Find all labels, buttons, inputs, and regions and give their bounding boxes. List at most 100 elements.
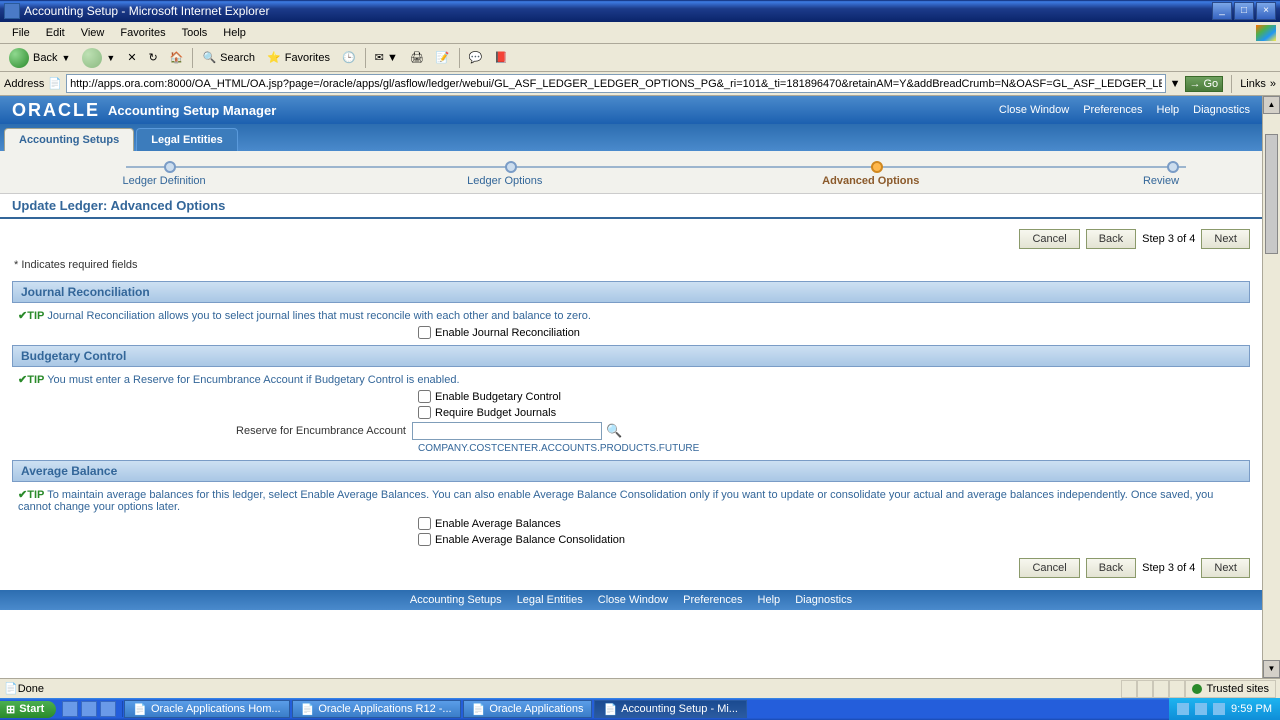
footer-diagnostics[interactable]: Diagnostics <box>795 594 852 606</box>
page-status-icon: 📄 <box>4 682 18 695</box>
forward-button[interactable]: ▼ <box>77 45 120 71</box>
back-button[interactable]: Back ▼ <box>4 45 75 71</box>
trusted-icon <box>1192 684 1202 694</box>
quicklaunch-app-icon[interactable] <box>100 701 116 717</box>
train-label-4: Review <box>1060 175 1262 187</box>
task-accounting-setup[interactable]: 📄 Accounting Setup - Mi... <box>594 700 746 718</box>
tray-icon[interactable] <box>1177 703 1189 715</box>
edit-button[interactable]: 📝 <box>431 48 455 67</box>
tip-journal: ✔TIP Journal Reconciliation allows you t… <box>18 309 1244 322</box>
tip-icon: ✔ <box>18 310 27 322</box>
task-oracle-r12[interactable]: 📄 Oracle Applications R12 -... <box>292 700 461 718</box>
footer-accounting-setups[interactable]: Accounting Setups <box>410 594 502 606</box>
link-preferences[interactable]: Preferences <box>1083 104 1142 116</box>
clock[interactable]: 9:59 PM <box>1231 703 1272 715</box>
address-dropdown-icon[interactable]: ▼ <box>1170 78 1181 90</box>
quicklaunch-desktop-icon[interactable] <box>81 701 97 717</box>
status-bar: 📄 Done Trusted sites <box>0 678 1280 698</box>
lov-icon[interactable]: 🔍 <box>606 423 622 439</box>
section-journal-reconciliation: Journal Reconciliation <box>12 281 1250 303</box>
footer-links: Accounting Setups Legal Entities Close W… <box>0 590 1262 610</box>
menu-edit[interactable]: Edit <box>38 24 73 42</box>
app-title: Accounting Setup Manager <box>108 103 276 118</box>
scroll-up-icon[interactable]: ▲ <box>1263 96 1280 114</box>
footer-legal-entities[interactable]: Legal Entities <box>517 594 583 606</box>
back-button[interactable]: Back <box>1086 229 1136 249</box>
train-stop-review[interactable] <box>1167 161 1179 173</box>
tab-legal-entities[interactable]: Legal Entities <box>136 128 238 151</box>
cancel-button[interactable]: Cancel <box>1019 229 1079 249</box>
security-zone: Trusted sites <box>1185 680 1276 698</box>
link-close-window[interactable]: Close Window <box>999 104 1069 116</box>
page-content: ORACLE Accounting Setup Manager Close Wi… <box>0 96 1262 678</box>
history-button[interactable]: 🕒 <box>337 48 361 67</box>
quicklaunch-ie-icon[interactable] <box>62 701 78 717</box>
print-button[interactable]: 🖨 <box>405 48 429 67</box>
task-oracle-apps[interactable]: 📄 Oracle Applications <box>463 700 593 718</box>
menu-view[interactable]: View <box>73 24 113 42</box>
checkbox-enable-journal-reconciliation[interactable]: Enable Journal Reconciliation <box>418 326 580 339</box>
start-button[interactable]: ⊞ Start <box>0 701 56 718</box>
close-button[interactable]: × <box>1256 2 1276 20</box>
train-label-3: Advanced Options <box>681 175 1060 187</box>
cancel-button-bottom[interactable]: Cancel <box>1019 558 1079 578</box>
footer-preferences[interactable]: Preferences <box>683 594 742 606</box>
oracle-header: ORACLE Accounting Setup Manager Close Wi… <box>0 96 1262 124</box>
checkbox-enable-average-balances[interactable]: Enable Average Balances <box>418 517 561 530</box>
checkbox-require-budget-journals[interactable]: Require Budget Journals <box>418 406 556 419</box>
go-button[interactable]: → Go <box>1185 76 1224 92</box>
footer-help[interactable]: Help <box>758 594 781 606</box>
task-oracle-home[interactable]: 📄 Oracle Applications Hom... <box>124 700 289 718</box>
link-diagnostics[interactable]: Diagnostics <box>1193 104 1250 116</box>
footer-close-window[interactable]: Close Window <box>598 594 668 606</box>
ie-icon <box>4 3 20 19</box>
page-title: Update Ledger: Advanced Options <box>0 194 1262 219</box>
status-text: Done <box>18 683 44 695</box>
mail-button[interactable]: ✉ ▼ <box>370 48 403 67</box>
input-reserve-encumbrance[interactable] <box>412 422 602 440</box>
menu-tools[interactable]: Tools <box>174 24 216 42</box>
tip-budget: ✔TIP You must enter a Reserve for Encumb… <box>18 373 1244 386</box>
checkbox-enable-average-balance-consolidation[interactable]: Enable Average Balance Consolidation <box>418 533 625 546</box>
windows-logo-icon: ⊞ <box>6 703 15 716</box>
refresh-button[interactable]: ↻ <box>144 48 163 67</box>
back-arrow-icon <box>9 48 29 68</box>
next-button[interactable]: Next <box>1201 229 1250 249</box>
links-label[interactable]: Links <box>1240 78 1266 90</box>
train-stop-advanced-options[interactable] <box>871 161 883 173</box>
favorites-button[interactable]: ⭐ Favorites <box>262 48 335 67</box>
button-row-top: Cancel Back Step 3 of 4 Next <box>0 223 1262 255</box>
step-indicator: Step 3 of 4 <box>1142 233 1195 245</box>
train-stop-ledger-definition[interactable] <box>164 161 176 173</box>
home-button[interactable]: 🏠 <box>165 48 189 67</box>
tray-icon[interactable] <box>1213 703 1225 715</box>
menu-file[interactable]: File <box>4 24 38 42</box>
stop-button[interactable]: ✕ <box>122 48 141 67</box>
next-button-bottom[interactable]: Next <box>1201 558 1250 578</box>
maximize-button[interactable]: □ <box>1234 2 1254 20</box>
train-stop-ledger-options[interactable] <box>505 161 517 173</box>
tip-avg: ✔TIP To maintain average balances for th… <box>18 488 1244 513</box>
step-indicator-bottom: Step 3 of 4 <box>1142 562 1195 574</box>
back-button-bottom[interactable]: Back <box>1086 558 1136 578</box>
windows-flag-icon <box>1256 25 1276 41</box>
tab-accounting-setups[interactable]: Accounting Setups <box>4 128 134 151</box>
menu-favorites[interactable]: Favorites <box>112 24 173 42</box>
discuss-button[interactable]: 💬 <box>464 48 488 67</box>
research-button[interactable]: 📕 <box>489 48 513 67</box>
system-tray: 9:59 PM <box>1169 698 1280 720</box>
search-button[interactable]: 🔍 Search <box>197 48 260 67</box>
address-input[interactable] <box>66 74 1166 93</box>
section-average-balance: Average Balance <box>12 460 1250 482</box>
tab-row: Accounting Setups Legal Entities <box>0 124 1262 151</box>
train-label-1: Ledger Definition <box>0 175 328 187</box>
scroll-down-icon[interactable]: ▼ <box>1263 660 1280 678</box>
address-bar: Address 📄 ▼ → Go Links » <box>0 72 1280 96</box>
checkbox-enable-budgetary-control[interactable]: Enable Budgetary Control <box>418 390 561 403</box>
tray-icon[interactable] <box>1195 703 1207 715</box>
scroll-thumb[interactable] <box>1265 134 1278 254</box>
link-help[interactable]: Help <box>1157 104 1180 116</box>
minimize-button[interactable]: _ <box>1212 2 1232 20</box>
vertical-scrollbar[interactable]: ▲ ▼ <box>1262 96 1280 678</box>
menu-help[interactable]: Help <box>215 24 254 42</box>
